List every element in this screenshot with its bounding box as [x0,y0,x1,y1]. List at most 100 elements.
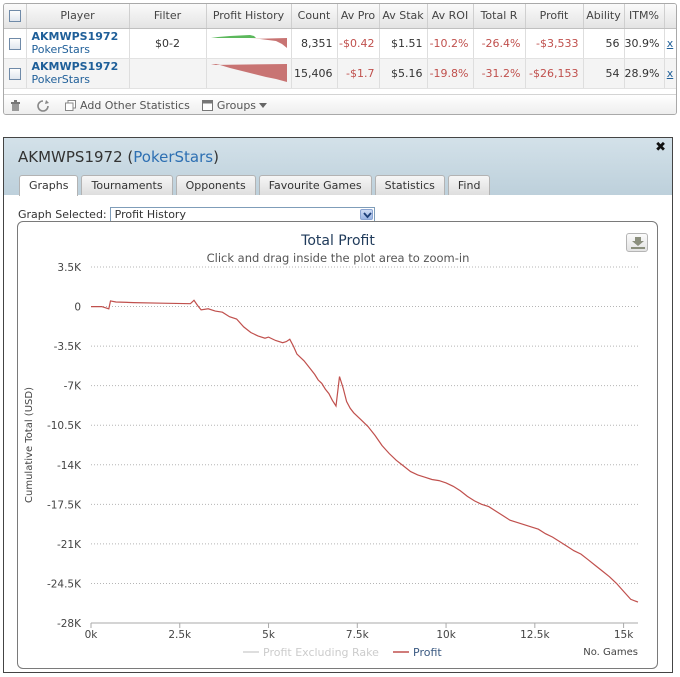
tab-statistics[interactable]: Statistics [374,175,445,195]
sparkline-negative-area [249,38,287,48]
graph-selected-label: Graph Selected: [18,208,107,221]
profit-sparkline[interactable] [210,62,288,84]
chevron-down-icon [362,212,372,219]
groups-dropdown[interactable]: Groups [201,99,272,112]
player-site-link[interactable]: PokerStars [32,73,129,86]
filter-cell[interactable]: $0-2 [129,28,207,59]
add-stats-icon [65,100,76,111]
profit-history-cell[interactable] [206,58,292,89]
groups-icon [201,100,213,111]
tab-tournaments[interactable]: Tournaments [81,175,173,195]
legend-item[interactable]: Profit Excluding Rake [263,646,379,659]
legend-item[interactable]: Profit [413,646,442,659]
y-tick-label: -21K [57,539,82,551]
av-stake-cell: $1.51 [379,28,428,59]
tab-find[interactable]: Find [447,175,491,195]
player-cell: AKMWPS1972 PokerStars [26,28,130,59]
y-tick-label: -3.5K [54,341,82,353]
tab-opponents[interactable]: Opponents [175,175,256,195]
profit-cell: -$3,533 [525,28,584,59]
window-title: AKMWPS1972 (PokerStars) [18,148,219,166]
table-row: AKMWPS1972 PokerStars $0-2 8,351 -$0.42 … [4,28,676,59]
y-tick-label: -28K [57,618,82,630]
row-checkbox[interactable] [4,58,27,89]
checkbox-box[interactable] [8,10,21,23]
total-roi-cell: -26.4% [473,28,526,59]
y-tick-label: -24.5K [47,578,82,590]
trash-icon [11,99,20,111]
profit-history-cell[interactable] [206,28,292,59]
add-other-statistics-label: Add Other Statistics [80,99,190,112]
x-tick-label: 0k [85,629,99,641]
x-tick-label: 5k [262,629,276,641]
column-header-profit[interactable]: Profit [525,4,584,29]
profit-chart[interactable]: Total Profit Click and drag inside the pl… [18,222,659,670]
stats-toolbar: Add Other Statistics Groups [4,94,676,114]
y-tick-label: 3.5K [57,262,82,274]
column-header-profit-history[interactable]: Profit History [206,4,292,29]
player-site-link[interactable]: PokerStars [32,43,129,56]
select-all-checkbox[interactable] [4,4,27,29]
sparkline-positive-area [210,35,256,38]
add-other-statistics-button[interactable]: Add Other Statistics [65,99,190,112]
sparkline-negative-area [210,64,287,82]
tab-graphs[interactable]: Graphs [19,175,79,196]
y-tick-label: 0 [74,302,81,314]
close-icon[interactable]: ✖ [655,140,666,155]
refresh-button[interactable] [37,99,53,112]
ability-cell: 54 [583,58,625,89]
y-tick-label: -7K [64,381,82,393]
remove-cell: x [664,58,676,89]
total-roi-cell: -31.2% [473,58,526,89]
player-cell: AKMWPS1972 PokerStars [26,58,130,89]
itm-cell: 28.9% [624,58,665,89]
stats-table: Player Filter Profit History Count Av Pr… [4,4,676,89]
window-site-link[interactable]: PokerStars [133,148,213,166]
remove-cell: x [664,28,676,59]
y-tick-label: -14K [57,460,82,472]
tab-favourite-games[interactable]: Favourite Games [258,175,372,195]
window-player-name: AKMWPS1972 [18,148,123,166]
x-axis-label: No. Games [583,647,638,658]
column-header-remove [664,4,676,29]
column-header-count[interactable]: Count [291,4,338,29]
remove-row-link[interactable]: x [667,37,674,50]
column-header-ability[interactable]: Ability [583,4,625,29]
export-button[interactable] [626,233,648,252]
x-tick-label: 2.5k [168,629,192,641]
row-checkbox[interactable] [4,28,27,59]
itm-cell: 30.9% [624,28,665,59]
column-header-total-roi[interactable]: Total R [473,4,526,29]
av-stake-cell: $5.16 [379,58,428,89]
x-tick-label: 7.5k [346,629,370,641]
profit-cell: -$26,153 [525,58,584,89]
checkbox-box[interactable] [8,37,21,50]
player-name-link[interactable]: AKMWPS1972 [32,60,129,73]
dropdown-arrow-button[interactable] [359,209,373,220]
ability-cell: 56 [583,28,625,59]
checkbox-box[interactable] [8,67,21,80]
y-tick-label: -17.5K [47,499,82,511]
chevron-down-icon [259,102,268,108]
player-name-link[interactable]: AKMWPS1972 [32,30,129,43]
column-header-player[interactable]: Player [26,4,130,29]
graph-select-dropdown[interactable]: Profit History [109,207,375,222]
delete-button[interactable] [10,99,25,112]
column-header-av-profit[interactable]: Av Pro [337,4,380,29]
column-header-itm[interactable]: ITM% [624,4,665,29]
graph-select-value: Profit History [114,208,186,221]
table-header-row: Player Filter Profit History Count Av Pr… [4,4,676,29]
column-header-av-roi[interactable]: Av ROI [427,4,474,29]
tab-bar: Graphs Tournaments Opponents Favourite G… [19,175,493,196]
x-tick-label: 15k [614,629,634,641]
remove-row-link[interactable]: x [667,67,674,80]
series-line-profit [91,299,639,603]
filter-cell[interactable] [129,58,207,89]
chart-subtitle: Click and drag inside the plot area to z… [207,251,470,265]
av-roi-cell: -19.8% [427,58,474,89]
column-header-av-stake[interactable]: Av Stak [379,4,428,29]
table-row: AKMWPS1972 PokerStars 15,406 -$1.7 $5.16… [4,58,676,89]
column-header-filter[interactable]: Filter [129,4,207,29]
profit-sparkline[interactable] [210,32,288,54]
graph-select-row: Graph Selected: Profit History [18,207,375,222]
